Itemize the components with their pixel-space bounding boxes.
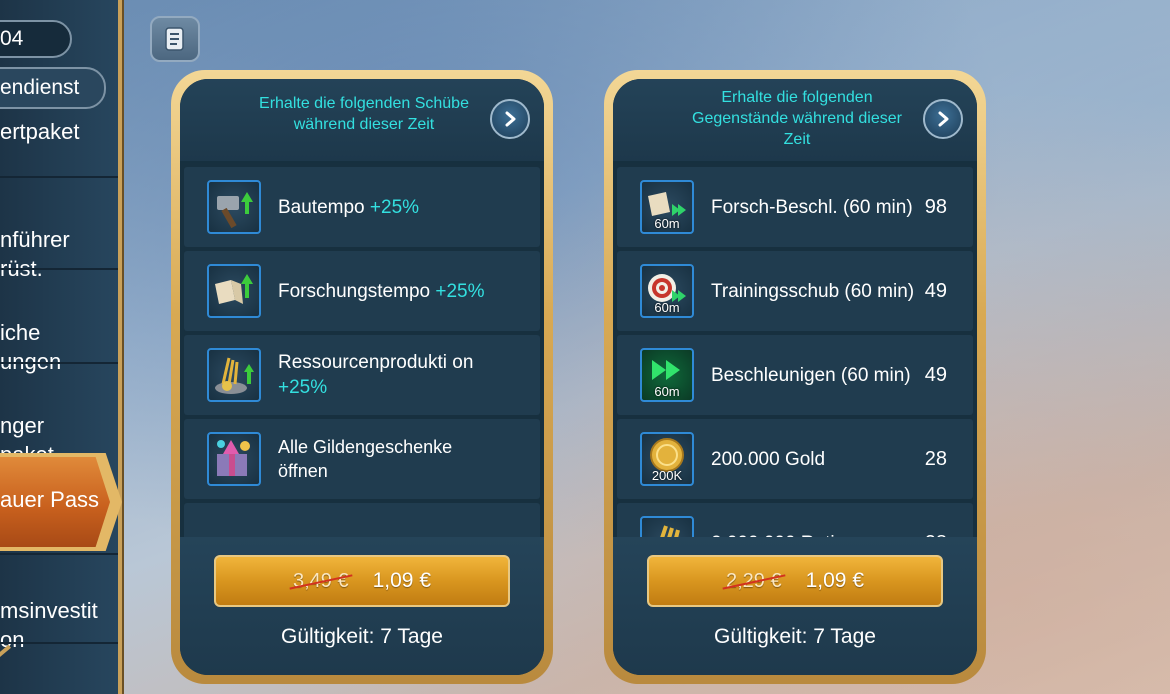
details-arrow-button[interactable] xyxy=(923,99,963,139)
items-card: Erhalte die folgenden Gegenstände währen… xyxy=(604,70,986,684)
sidebar-item-label: auer Pass xyxy=(0,487,100,512)
list-item: 60m Trainingsschub (60 min) 49 xyxy=(617,251,973,331)
sidebar-service-label: endienst xyxy=(0,76,80,99)
card-header: Erhalte die folgenden Gegenstände währen… xyxy=(613,79,977,163)
sidebar-service-button[interactable]: endienst xyxy=(0,67,106,109)
list-item: 60m Forsch-Beschl. (60 min) 98 xyxy=(617,167,973,247)
item-list: 60m Forsch-Beschl. (60 min) 98 60m Train… xyxy=(617,167,973,545)
sidebar-item-active-pass[interactable]: auer Pass xyxy=(0,453,130,551)
item-badge: 60m xyxy=(654,384,680,399)
sidebar-divider xyxy=(0,642,118,644)
sidebar-item-investition[interactable]: msinvestit on xyxy=(0,567,118,654)
boost-list: Bautempo +25% Forschungstempo +25% Resso… xyxy=(184,167,540,545)
old-price: 2,29 € xyxy=(726,569,782,592)
chevron-right-icon xyxy=(938,111,949,127)
list-item: Ressourcenprodukti on +25% xyxy=(184,335,540,415)
card-header-text: Erhalte die folgenden Gegenstände währen… xyxy=(692,89,902,148)
boost-label: Bautempo +25% xyxy=(278,196,420,218)
list-item: Forschungstempo +25% xyxy=(184,251,540,331)
item-label: Trainingsschub (60 min) xyxy=(711,280,915,302)
hammer-icon xyxy=(207,180,261,234)
item-count: 98 xyxy=(924,195,947,218)
sidebar-item-label: nführer rüst. xyxy=(0,227,70,281)
list-item: Bautempo +25% xyxy=(184,167,540,247)
old-price: 3,49 € xyxy=(293,569,349,592)
list-item: 60m Beschleunigen (60 min) 49 xyxy=(617,335,973,415)
item-label: Beschleunigen (60 min) xyxy=(711,364,911,386)
boost-label: Ressourcenprodukti on +25% xyxy=(278,352,474,398)
speedup-icon: 60m xyxy=(640,348,694,402)
gold-coin-icon: 200K xyxy=(640,432,694,486)
card-body: Erhalte die folgenden Gegenstände währen… xyxy=(613,79,977,675)
new-price: 1,09 € xyxy=(372,569,431,592)
sidebar-divider xyxy=(0,176,118,178)
sidebar-item-label: iche ungen xyxy=(0,320,62,374)
item-count: 49 xyxy=(924,363,947,386)
resource-wheat-icon xyxy=(207,348,261,402)
validity-text: Gültigkeit: 7 Tage xyxy=(714,625,876,648)
list-item: 200K 200.000 Gold 28 xyxy=(617,419,973,499)
new-price: 1,09 € xyxy=(805,569,864,592)
research-book-icon xyxy=(207,264,261,318)
buy-button[interactable]: 3,49 € 1,09 € xyxy=(214,555,510,607)
list-item: Alle Gildengeschenke öffnen xyxy=(184,419,540,499)
sidebar: 04 endienst ertpaket nführer rüst. iche … xyxy=(0,0,122,694)
player-id-field[interactable]: 04 xyxy=(0,20,72,58)
validity-text: Gültigkeit: 7 Tage xyxy=(281,625,443,648)
item-badge: 200K xyxy=(651,468,683,483)
buy-button[interactable]: 2,29 € 1,09 € xyxy=(647,555,943,607)
sidebar-item-wertpaket[interactable]: ertpaket xyxy=(0,117,118,146)
card-footer: 3,49 € 1,09 € Gültigkeit: 7 Tage xyxy=(180,537,544,675)
details-arrow-button[interactable] xyxy=(490,99,530,139)
boost-label: Alle Gildengeschenke öffnen xyxy=(278,437,453,481)
item-label: Forsch-Beschl. (60 min) xyxy=(711,196,913,218)
sidebar-divider xyxy=(0,553,118,555)
item-count: 28 xyxy=(924,447,947,470)
chevron-right-icon xyxy=(505,111,516,127)
training-speedup-icon: 60m xyxy=(640,264,694,318)
boost-card: Erhalte die folgenden Schübe während die… xyxy=(171,70,553,684)
card-header: Erhalte die folgenden Schübe während die… xyxy=(180,79,544,163)
info-scroll-button[interactable] xyxy=(150,16,200,62)
item-label: 200.000 Gold xyxy=(711,448,826,470)
boost-label: Forschungstempo +25% xyxy=(278,280,485,302)
item-badge: 60m xyxy=(654,300,680,315)
research-speedup-icon: 60m xyxy=(640,180,694,234)
card-footer: 2,29 € 1,09 € Gültigkeit: 7 Tage xyxy=(613,537,977,675)
card-header-text: Erhalte die folgenden Schübe während die… xyxy=(259,95,469,133)
sidebar-divider xyxy=(0,268,118,270)
item-count: 49 xyxy=(924,279,947,302)
item-badge: 60m xyxy=(654,216,680,231)
sidebar-item-label: ertpaket xyxy=(0,119,80,144)
sidebar-divider xyxy=(0,362,118,364)
player-id-value: 04 xyxy=(0,27,24,50)
gift-box-icon xyxy=(207,432,261,486)
scroll-icon xyxy=(165,27,184,51)
card-body: Erhalte die folgenden Schübe während die… xyxy=(180,79,544,675)
